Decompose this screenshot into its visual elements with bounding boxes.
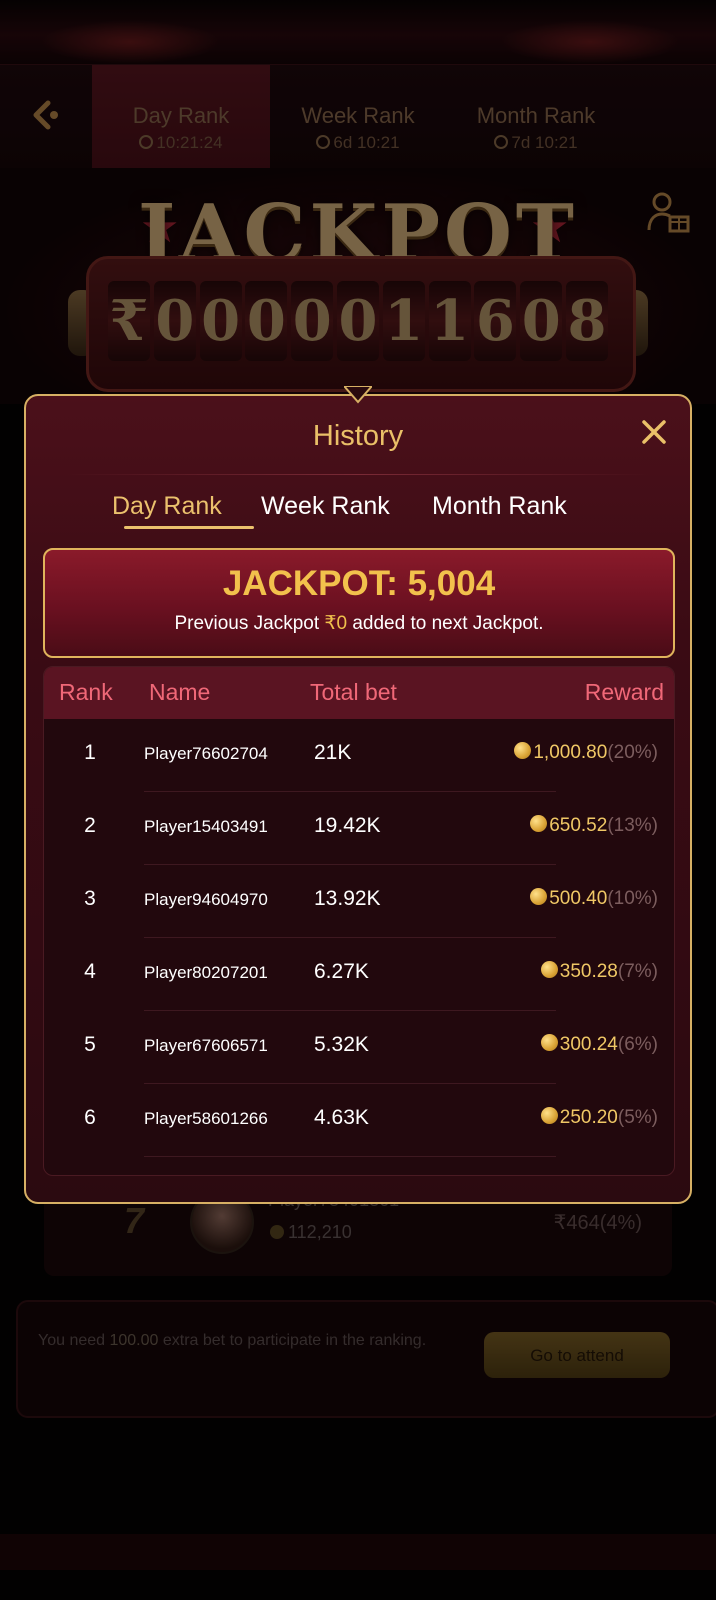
row-reward-percent: (7%): [617, 961, 658, 982]
header-rank: Rank: [59, 679, 113, 705]
screen: Day Rank 10:21:24 Week Rank 6d 10:21 Mon…: [0, 0, 716, 1600]
coin-icon: [540, 1107, 558, 1124]
modal-notch: [344, 386, 372, 404]
history-title: History: [312, 420, 404, 452]
coin-icon: [530, 815, 548, 832]
row-reward-value: 650.52: [549, 815, 608, 836]
row-total-bet: 6.27K: [314, 960, 369, 983]
header-reward: Reward: [584, 679, 664, 705]
row-reward-value: 1,000.80: [533, 742, 608, 763]
row-player-name: Player76602704: [144, 744, 268, 763]
jackpot-summary: JACKPOT: 5,004 Previous Jackpot ₹0 added…: [43, 548, 675, 658]
jackpot-note-prefix: Previous Jackpot: [174, 613, 325, 634]
row-player-name: Player94604970: [144, 890, 268, 909]
jackpot-amount: JACKPOT: 5,004: [222, 564, 496, 603]
row-rank: 2: [84, 814, 96, 837]
row-rank: 6: [84, 1106, 96, 1129]
history-tab-day[interactable]: Day Rank: [112, 492, 222, 521]
row-rank: 3: [84, 887, 96, 910]
row-reward-value: 300.24: [559, 1034, 618, 1055]
active-tab-indicator: [124, 526, 254, 529]
row-reward-value: 250.20: [559, 1107, 618, 1128]
row-reward-percent: (6%): [617, 1034, 658, 1055]
history-tab-week[interactable]: Week Rank: [261, 492, 390, 521]
table-row: 5 Player67606571 5.32K 300.24(6%): [44, 1011, 674, 1084]
row-reward: 350.28(7%): [540, 961, 658, 983]
row-player-name: Player67606571: [144, 1036, 268, 1055]
coin-icon: [530, 888, 548, 905]
history-table: Rank Name Total bet Reward 1 Player76602…: [43, 666, 675, 1176]
previous-jackpot-amount: ₹0: [324, 613, 348, 634]
title-divider: [66, 474, 650, 475]
header-total-bet: Total bet: [310, 679, 397, 705]
row-player-name: Player15403491: [144, 817, 268, 836]
row-reward-percent: (10%): [607, 888, 658, 909]
history-tab-month[interactable]: Month Rank: [432, 492, 567, 521]
row-rank: 5: [84, 1033, 96, 1056]
table-row: 1 Player76602704 21K 1,000.80(20%): [44, 719, 674, 792]
history-modal: History Day Rank Week Rank Month Rank JA…: [24, 394, 692, 1204]
row-total-bet: 13.92K: [314, 887, 381, 910]
row-reward-percent: (13%): [607, 815, 658, 836]
row-reward-value: 500.40: [549, 888, 608, 909]
row-divider: [144, 1156, 556, 1157]
row-total-bet: 4.63K: [314, 1106, 369, 1129]
row-player-name: Player80207201: [144, 963, 268, 982]
table-row: 3 Player94604970 13.92K 500.40(10%): [44, 865, 674, 938]
row-reward: 500.40(10%): [530, 888, 658, 910]
row-total-bet: 19.42K: [314, 814, 381, 837]
row-reward: 300.24(6%): [540, 1034, 658, 1056]
close-icon[interactable]: [636, 414, 672, 450]
row-reward-value: 350.28: [559, 961, 618, 982]
table-row: 4 Player80207201 6.27K 350.28(7%): [44, 938, 674, 1011]
table-header: Rank Name Total bet Reward: [44, 667, 674, 719]
jackpot-note: Previous Jackpot ₹0 added to next Jackpo…: [45, 612, 673, 635]
row-reward-percent: (20%): [607, 742, 658, 763]
row-rank: 1: [84, 741, 96, 764]
coin-icon: [540, 961, 558, 978]
jackpot-note-suffix: added to next Jackpot.: [347, 613, 544, 634]
row-rank: 4: [84, 960, 96, 983]
row-reward: 650.52(13%): [530, 815, 658, 837]
table-row: 2 Player15403491 19.42K 650.52(13%): [44, 792, 674, 865]
row-reward: 1,000.80(20%): [514, 742, 658, 764]
coin-icon: [514, 742, 532, 759]
row-total-bet: 5.32K: [314, 1033, 369, 1056]
header-name: Name: [149, 679, 211, 705]
coin-icon: [540, 1034, 558, 1051]
row-reward-percent: (5%): [617, 1107, 658, 1128]
row-total-bet: 21K: [314, 741, 352, 764]
row-player-name: Player58601266: [144, 1109, 268, 1128]
table-row: 6 Player58601266 4.63K 250.20(5%): [44, 1084, 674, 1157]
row-reward: 250.20(5%): [540, 1107, 658, 1129]
